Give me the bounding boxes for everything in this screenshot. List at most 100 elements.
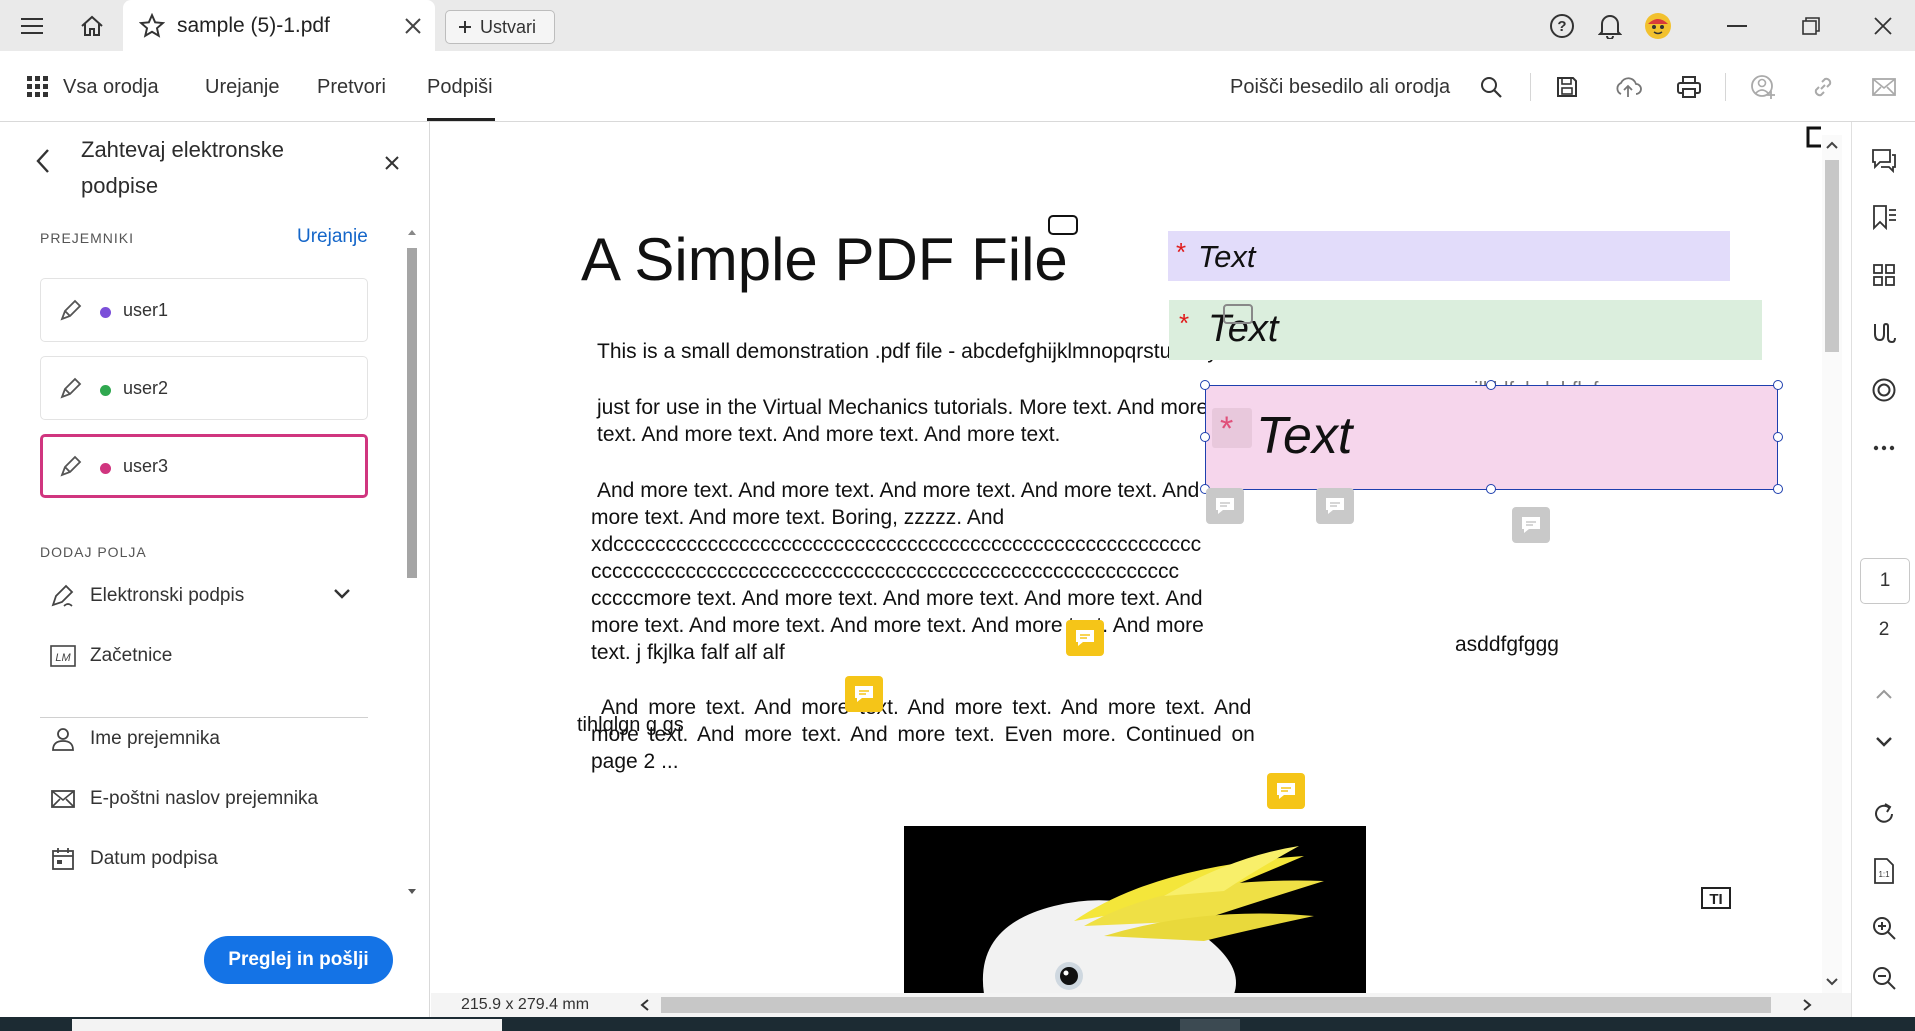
save-icon[interactable] — [1551, 71, 1583, 103]
field-label: Datum podpisa — [90, 848, 218, 869]
comment-marker-icon[interactable] — [1206, 488, 1244, 524]
page-up-icon[interactable] — [1868, 678, 1900, 710]
menu-sign[interactable]: Podpiši — [427, 76, 493, 99]
toolbar-divider — [1530, 73, 1531, 101]
comment-marker-icon[interactable] — [1512, 507, 1550, 543]
close-tab-icon[interactable] — [404, 17, 422, 35]
horizontal-scrollbar-thumb[interactable] — [661, 997, 1771, 1013]
text-field-user3-selected[interactable]: * Text — [1205, 385, 1778, 490]
email-icon[interactable] — [1868, 71, 1900, 103]
all-tools-grid-icon[interactable] — [27, 76, 49, 98]
field-initials[interactable]: LM Začetnice — [50, 641, 172, 671]
scroll-right-icon[interactable] — [1801, 998, 1813, 1012]
review-and-send-button[interactable]: Preglej in pošlji — [204, 936, 393, 984]
bookmark-icon[interactable] — [1868, 201, 1900, 233]
recipient-color-dot — [100, 463, 111, 474]
zoom-out-icon[interactable] — [1868, 962, 1900, 994]
menu-all-tools[interactable]: Vsa orodja — [63, 76, 159, 99]
added-text-annotation[interactable]: asddfgfggg — [1455, 631, 1559, 658]
pdf-text-line: And more text. And more text. And more t… — [597, 479, 1200, 502]
thumbnails-icon[interactable] — [1868, 259, 1900, 291]
close-panel-icon[interactable] — [384, 155, 400, 171]
create-label: Ustvari — [480, 16, 537, 37]
recipient-card-user2[interactable]: user2 — [40, 356, 368, 420]
pdf-text-line: xdcccccccccccccccccccccccccccccccccccccc… — [591, 533, 1202, 556]
pdf-text-line: more text. And more text. And more text.… — [591, 723, 1255, 746]
search-tools-label[interactable]: Poišči besedilo ali orodja — [1230, 76, 1450, 99]
text-insert-icon[interactable]: TI — [1701, 887, 1731, 909]
next-page-number[interactable]: 2 — [1852, 619, 1915, 641]
menu-edit[interactable]: Urejanje — [205, 76, 279, 99]
text-field-user1[interactable]: * Text — [1168, 231, 1730, 281]
os-taskbar — [0, 1017, 1915, 1031]
resize-handle[interactable] — [1200, 380, 1210, 390]
current-page-box[interactable]: 1 — [1860, 558, 1910, 604]
field-recipient-email[interactable]: E-poštni naslov prejemnika — [50, 784, 318, 814]
initials-icon: LM — [50, 645, 76, 667]
page-down-icon[interactable] — [1868, 726, 1900, 758]
more-icon[interactable] — [1868, 432, 1900, 464]
field-recipient-name[interactable]: Ime prejemnika — [50, 724, 220, 754]
calendar-icon — [50, 846, 76, 872]
resize-handle[interactable] — [1486, 380, 1496, 390]
document-vertical-scrollbar-thumb[interactable] — [1825, 160, 1839, 352]
cloud-upload-icon[interactable] — [1612, 71, 1644, 103]
required-asterisk: * — [1179, 308, 1190, 338]
help-icon[interactable]: ? — [1546, 10, 1578, 42]
comment-marker-icon[interactable] — [1316, 488, 1354, 524]
minimize-icon[interactable] — [1721, 10, 1753, 42]
pen-icon — [59, 454, 83, 478]
home-icon[interactable] — [76, 10, 108, 42]
panel-scrollbar-thumb[interactable] — [407, 248, 417, 578]
resize-handle[interactable] — [1486, 484, 1496, 494]
document-tab[interactable]: sample (5)-1.pdf — [123, 0, 435, 51]
share-user-icon[interactable] — [1747, 71, 1779, 103]
text-cursor-box-icon — [1223, 304, 1253, 324]
taskbar-window-thumb[interactable] — [72, 1019, 502, 1031]
signature-icon[interactable] — [1868, 317, 1900, 349]
comment-marker-icon[interactable] — [845, 676, 883, 712]
search-icon[interactable] — [1475, 71, 1507, 103]
edit-recipients-link[interactable]: Urejanje — [297, 226, 368, 248]
comment-icon[interactable] — [1868, 144, 1900, 176]
window-close-icon[interactable] — [1867, 10, 1899, 42]
added-text-annotation[interactable]: tihlqlgn g gs — [577, 712, 684, 739]
link-icon[interactable] — [1807, 71, 1839, 103]
print-icon[interactable] — [1673, 71, 1705, 103]
zoom-in-icon[interactable] — [1868, 912, 1900, 944]
resize-handle[interactable] — [1773, 380, 1783, 390]
bell-icon[interactable] — [1594, 10, 1626, 42]
pdf-text-line: This is a small demonstration .pdf file … — [597, 340, 1229, 363]
recipient-card-user1[interactable]: user1 — [40, 278, 368, 342]
field-signing-date[interactable]: Datum podpisa — [50, 844, 218, 874]
menu-convert[interactable]: Pretvori — [317, 76, 386, 99]
avatar[interactable] — [1642, 10, 1674, 42]
resize-handle[interactable] — [1200, 432, 1210, 442]
resize-handle[interactable] — [1773, 432, 1783, 442]
rotate-icon[interactable] — [1868, 798, 1900, 830]
pen-icon — [59, 376, 83, 400]
recipients-section-label: PREJEMNIKI — [40, 230, 135, 246]
restore-icon[interactable] — [1795, 10, 1827, 42]
document-status-bar: 215.9 x 279.4 mm — [431, 993, 1851, 1017]
hamburger-menu-icon[interactable] — [16, 10, 48, 42]
fit-page-icon[interactable]: 1:1 — [1868, 855, 1900, 887]
document-canvas[interactable]: A Simple PDF File This is a small demons… — [431, 122, 1851, 994]
star-icon[interactable] — [139, 13, 165, 39]
chevron-down-icon[interactable] — [333, 588, 351, 600]
text-field-user2[interactable]: * Text — [1169, 300, 1762, 360]
edit-cursor-bracket-icon — [1805, 126, 1823, 148]
title-bar: sample (5)-1.pdf Ustvari ? — [0, 0, 1915, 51]
scroll-left-icon[interactable] — [639, 998, 651, 1012]
back-arrow-icon[interactable] — [34, 148, 52, 174]
comment-marker-icon[interactable] — [1267, 773, 1305, 809]
taskbar-active-app[interactable] — [1180, 1019, 1240, 1031]
resize-handle[interactable] — [1773, 484, 1783, 494]
recipient-card-user3[interactable]: user3 — [40, 434, 368, 498]
fields-divider — [40, 717, 368, 718]
stamp-icon[interactable] — [1868, 374, 1900, 406]
create-button[interactable]: Ustvari — [445, 10, 555, 44]
field-esignature[interactable]: Elektronski podpis — [50, 581, 244, 611]
signature-pen-icon — [50, 583, 76, 609]
comment-marker-icon[interactable] — [1066, 620, 1104, 656]
